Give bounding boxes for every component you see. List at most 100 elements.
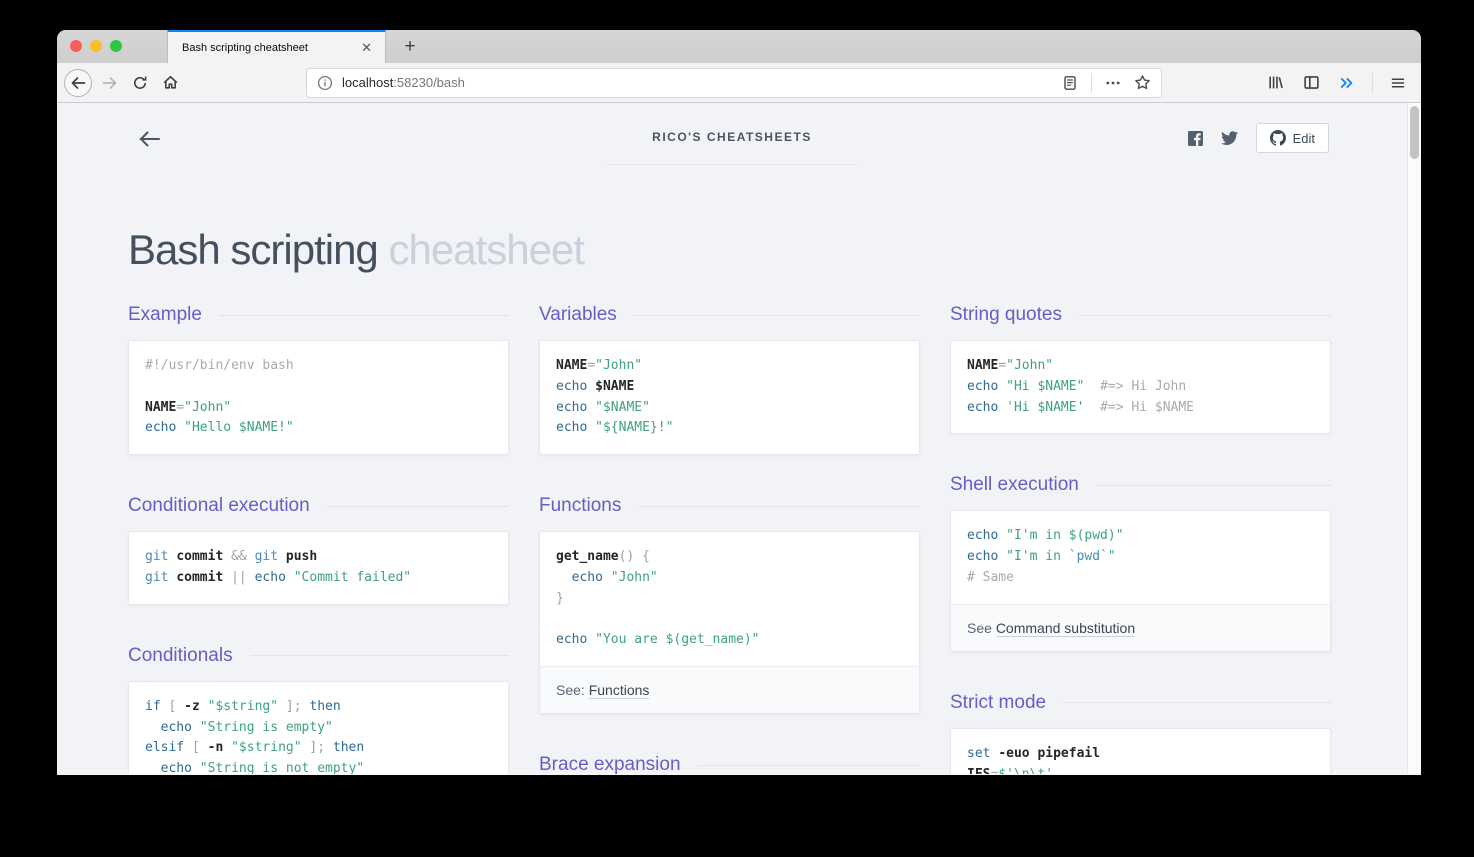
- bookmark-star-icon[interactable]: [1134, 74, 1151, 91]
- home-icon: [162, 74, 179, 91]
- code-card: if [ -z "$string" ]; then echo "String i…: [128, 681, 509, 774]
- page-content: RICO'S CHEATSHEETS Edit Bash scripting c…: [57, 103, 1421, 774]
- section-title-rule: [1096, 485, 1331, 486]
- section-heading: Conditionals: [128, 645, 509, 667]
- code-line: set -euo pipefail: [967, 744, 1314, 765]
- code-card: git commit && git pushgit commit || echo…: [128, 531, 509, 605]
- code-line: elsif [ -n "$string" ]; then: [145, 738, 492, 759]
- url-bar[interactable]: localhost:58230/bash: [306, 68, 1162, 98]
- section-title: Brace expansion: [539, 754, 681, 774]
- reload-icon: [132, 75, 148, 91]
- column-1: Example#!/usr/bin/env bash NAME="John"ec…: [128, 304, 509, 774]
- minimize-window-button[interactable]: [90, 40, 102, 52]
- page-header: RICO'S CHEATSHEETS Edit: [57, 103, 1421, 173]
- code-line: echo 'Hi $NAME' #=> Hi $NAME: [967, 398, 1314, 419]
- code-line: git commit && git push: [145, 547, 492, 568]
- code-block: NAME="John"echo "Hi $NAME" #=> Hi Johnec…: [951, 341, 1330, 433]
- code-line: }: [556, 589, 903, 610]
- column-3: String quotes NAME="John"echo "Hi $NAME" …: [950, 304, 1331, 774]
- code-line: [556, 610, 903, 631]
- section-heading: Conditional execution: [128, 495, 509, 517]
- section-title: Conditional execution: [128, 495, 310, 517]
- section-heading: Variables: [539, 304, 920, 326]
- code-line: if [ -z "$string" ]; then: [145, 697, 492, 718]
- card-footer: See Command substitution: [951, 604, 1330, 651]
- section-title-rule: [327, 506, 509, 507]
- section-title: Strict mode: [950, 692, 1046, 714]
- library-icon: [1267, 74, 1284, 91]
- card-footer-link[interactable]: Command substitution: [996, 620, 1135, 637]
- code-block: get_name() { echo "John"} echo "You are …: [540, 532, 919, 666]
- column-2: Variables NAME="John"echo $NAMEecho "$NAM…: [539, 304, 920, 774]
- overflow-menu-button[interactable]: [1332, 68, 1362, 98]
- page-title-light: cheatsheet: [388, 226, 584, 273]
- page-title: Bash scripting cheatsheet: [128, 226, 1421, 274]
- double-chevron-icon: [1339, 75, 1355, 91]
- home-button[interactable]: [155, 68, 185, 98]
- code-line: [145, 377, 492, 398]
- code-block: NAME="John"echo $NAMEecho "$NAME"echo "$…: [540, 341, 919, 454]
- code-line: NAME="John": [556, 356, 903, 377]
- section-title-rule: [698, 765, 920, 766]
- site-title-divider: [607, 164, 857, 165]
- code-line: echo "I'm in $(pwd)": [967, 526, 1314, 547]
- section-title: Shell execution: [950, 474, 1079, 496]
- section-title: Example: [128, 304, 202, 326]
- window-controls: [70, 40, 122, 52]
- card-footer-prefix: See: [967, 620, 996, 636]
- code-line: #!/usr/bin/env bash: [145, 356, 492, 377]
- code-line: echo "String is empty": [145, 718, 492, 739]
- section-heading: String quotes: [950, 304, 1331, 326]
- section-heading: Shell execution: [950, 474, 1331, 496]
- browser-tab[interactable]: Bash scripting cheatsheet ✕: [167, 30, 386, 63]
- zoom-window-button[interactable]: [110, 40, 122, 52]
- cheatsheet-columns: Example#!/usr/bin/env bash NAME="John"ec…: [128, 304, 1331, 774]
- close-window-button[interactable]: [70, 40, 82, 52]
- sidebar-toggle-button[interactable]: [1296, 68, 1326, 98]
- section-heading: Functions: [539, 495, 920, 517]
- menu-button[interactable]: [1383, 68, 1413, 98]
- site-info-icon[interactable]: [317, 75, 333, 91]
- new-tab-button[interactable]: +: [395, 32, 425, 62]
- scrollbar-thumb[interactable]: [1410, 106, 1419, 159]
- section-heading: Example: [128, 304, 509, 326]
- back-arrow-icon: [70, 75, 86, 91]
- code-line: echo "String is not empty": [145, 759, 492, 774]
- section-title-rule: [1063, 702, 1331, 703]
- code-line: echo "Hello $NAME!": [145, 418, 492, 439]
- twitter-icon[interactable]: [1221, 131, 1238, 146]
- code-line: echo $NAME: [556, 377, 903, 398]
- navigation-toolbar: localhost:58230/bash: [57, 63, 1421, 103]
- code-card: NAME="John"echo "Hi $NAME" #=> Hi Johnec…: [950, 340, 1331, 434]
- tab-close-icon[interactable]: ✕: [358, 39, 375, 56]
- reader-mode-icon[interactable]: [1062, 75, 1078, 91]
- back-button[interactable]: [64, 69, 92, 97]
- url-text[interactable]: localhost:58230/bash: [342, 75, 465, 90]
- tab-bar: Bash scripting cheatsheet ✕ +: [57, 30, 1421, 63]
- page-scrollbar[interactable]: [1407, 103, 1421, 774]
- code-line: echo "You are $(get_name)": [556, 630, 903, 651]
- code-block: if [ -z "$string" ]; then echo "String i…: [129, 682, 508, 774]
- sidebar-icon: [1303, 74, 1320, 91]
- reload-button[interactable]: [125, 68, 155, 98]
- browser-window: Bash scripting cheatsheet ✕ + localhost:…: [57, 30, 1421, 775]
- library-button[interactable]: [1260, 68, 1290, 98]
- section-title-rule: [638, 506, 920, 507]
- code-line: NAME="John": [145, 398, 492, 419]
- section-title: Functions: [539, 495, 621, 517]
- code-line: echo "I'm in `pwd`": [967, 547, 1314, 568]
- code-line: echo "Hi $NAME" #=> Hi John: [967, 377, 1314, 398]
- github-icon: [1270, 130, 1286, 146]
- code-line: IFS=$'\n\t': [967, 765, 1314, 774]
- code-line: NAME="John": [967, 356, 1314, 377]
- tab-title: Bash scripting cheatsheet: [182, 42, 358, 54]
- code-card: NAME="John"echo $NAMEecho "$NAME"echo "$…: [539, 340, 920, 455]
- code-card: get_name() { echo "John"} echo "You are …: [539, 531, 920, 714]
- forward-button: [95, 68, 125, 98]
- card-footer-link[interactable]: Functions: [589, 682, 650, 699]
- edit-button[interactable]: Edit: [1256, 123, 1329, 153]
- edit-button-label: Edit: [1293, 131, 1315, 146]
- facebook-icon[interactable]: [1188, 131, 1203, 146]
- section-title: Conditionals: [128, 645, 233, 667]
- page-actions-icon[interactable]: [1105, 75, 1121, 91]
